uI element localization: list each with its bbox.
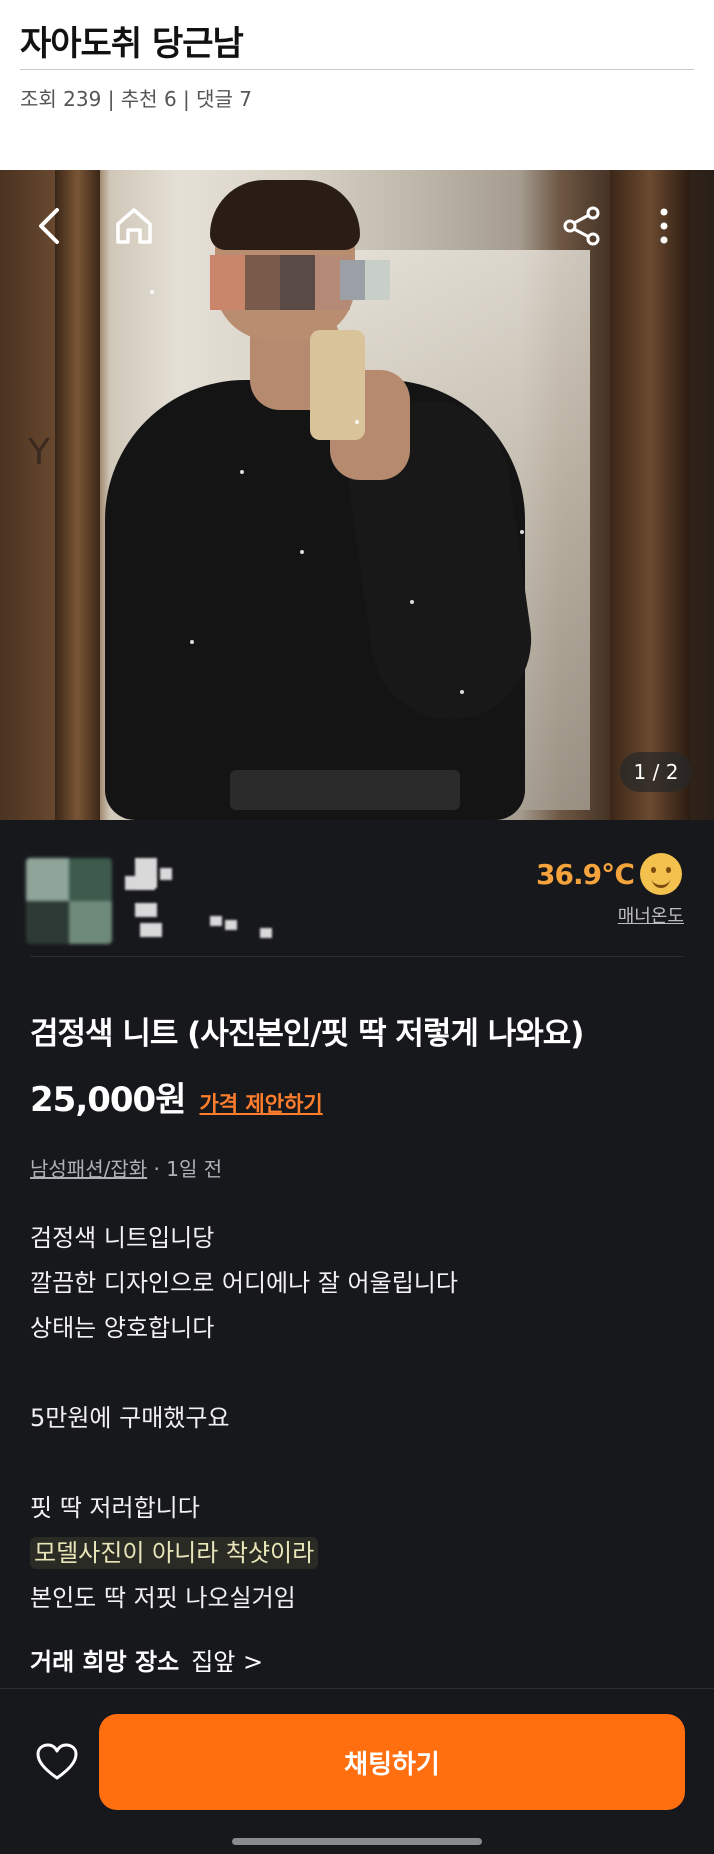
trade-place-row[interactable]: 거래 희망 장소 집앞 > — [30, 1642, 263, 1677]
item-price: 25,000원 — [30, 1080, 186, 1120]
temperature-value: 36.9℃ — [536, 857, 635, 891]
description-line — [30, 1351, 458, 1396]
mosaic-blur — [340, 260, 390, 300]
category-link[interactable]: 남성패션/잡화 — [30, 1157, 147, 1181]
dust-speck — [190, 640, 194, 644]
item-description: 검정색 니트입니당깔끔한 디자인으로 어디에나 잘 어울립니다상태는 양호합니다… — [30, 1216, 458, 1621]
like-button[interactable] — [28, 1733, 86, 1791]
seller-name-blurred — [125, 858, 275, 948]
smile-face-icon — [640, 853, 682, 895]
description-highlight-line: 모델사진이 아니라 착샷이라 — [30, 1537, 319, 1569]
back-button[interactable] — [24, 200, 76, 252]
home-button[interactable] — [108, 200, 160, 252]
trade-place-label: 거래 희망 장소 — [30, 1648, 180, 1676]
chat-button[interactable]: 채팅하기 — [99, 1714, 685, 1810]
description-line: 깔끔한 디자인으로 어디에나 잘 어울립니다 — [30, 1269, 458, 1297]
item-detail: 36.9℃ 매너온도 검정색 니트 (사진본인/핏 딱 저렇게 나와요) 25,… — [0, 820, 714, 1854]
mirror-frame — [610, 170, 690, 820]
trade-place-value[interactable]: 집앞 > — [191, 1642, 263, 1677]
manner-temperature[interactable]: 36.9℃ — [536, 853, 682, 895]
temperature-label[interactable]: 매너온도 — [618, 902, 684, 928]
dust-speck — [300, 550, 304, 554]
post-header: 자아도취 당근남 조회 239 | 추천 6 | 댓글 7 — [0, 0, 714, 170]
home-indicator[interactable] — [232, 1838, 482, 1845]
share-icon — [563, 206, 600, 246]
dust-speck — [150, 290, 154, 294]
item-title: 검정색 니트 (사진본인/핏 딱 저렇게 나와요) — [30, 1016, 584, 1052]
divider — [30, 956, 684, 957]
home-icon — [116, 208, 152, 244]
posted-time: · 1일 전 — [147, 1157, 223, 1181]
dust-speck — [520, 530, 524, 534]
wall-hook: Y — [28, 432, 50, 473]
description-line: 5만원에 구매했구요 — [30, 1404, 230, 1432]
photo-counter: 1 / 2 — [620, 752, 692, 792]
description-line: 상태는 양호합니다 — [30, 1314, 215, 1342]
description-line: 핏 딱 저러합니다 — [30, 1494, 200, 1522]
more-button[interactable] — [638, 200, 690, 252]
price-row: 25,000원 가격 제안하기 — [30, 1072, 323, 1121]
more-icon — [660, 208, 668, 244]
dust-speck — [460, 690, 464, 694]
mosaic-blur — [210, 255, 350, 310]
post-title: 자아도취 당근남 — [20, 24, 244, 64]
back-icon — [39, 208, 59, 244]
divider — [20, 69, 694, 70]
dust-speck — [355, 420, 359, 424]
description-line: 검정색 니트입니당 — [30, 1224, 215, 1252]
seller-profile[interactable]: 36.9℃ 매너온도 — [0, 820, 714, 958]
mirror-frame — [55, 170, 100, 820]
person-hair — [210, 180, 360, 250]
price-offer-link[interactable]: 가격 제안하기 — [199, 1088, 322, 1118]
category-row: 남성패션/잡화 · 1일 전 — [30, 1153, 222, 1182]
bottom-action-bar: 채팅하기 — [0, 1688, 714, 1854]
product-photo[interactable]: Y — [0, 170, 714, 820]
description-line — [30, 1441, 458, 1486]
dust-speck — [410, 600, 414, 604]
belt — [230, 770, 460, 810]
heart-icon — [36, 1743, 78, 1780]
description-line: 본인도 딱 저핏 나오실거임 — [30, 1584, 296, 1612]
avatar[interactable] — [26, 858, 112, 944]
post-meta: 조회 239 | 추천 6 | 댓글 7 — [20, 87, 253, 111]
dust-speck — [240, 470, 244, 474]
share-button[interactable] — [556, 200, 608, 252]
